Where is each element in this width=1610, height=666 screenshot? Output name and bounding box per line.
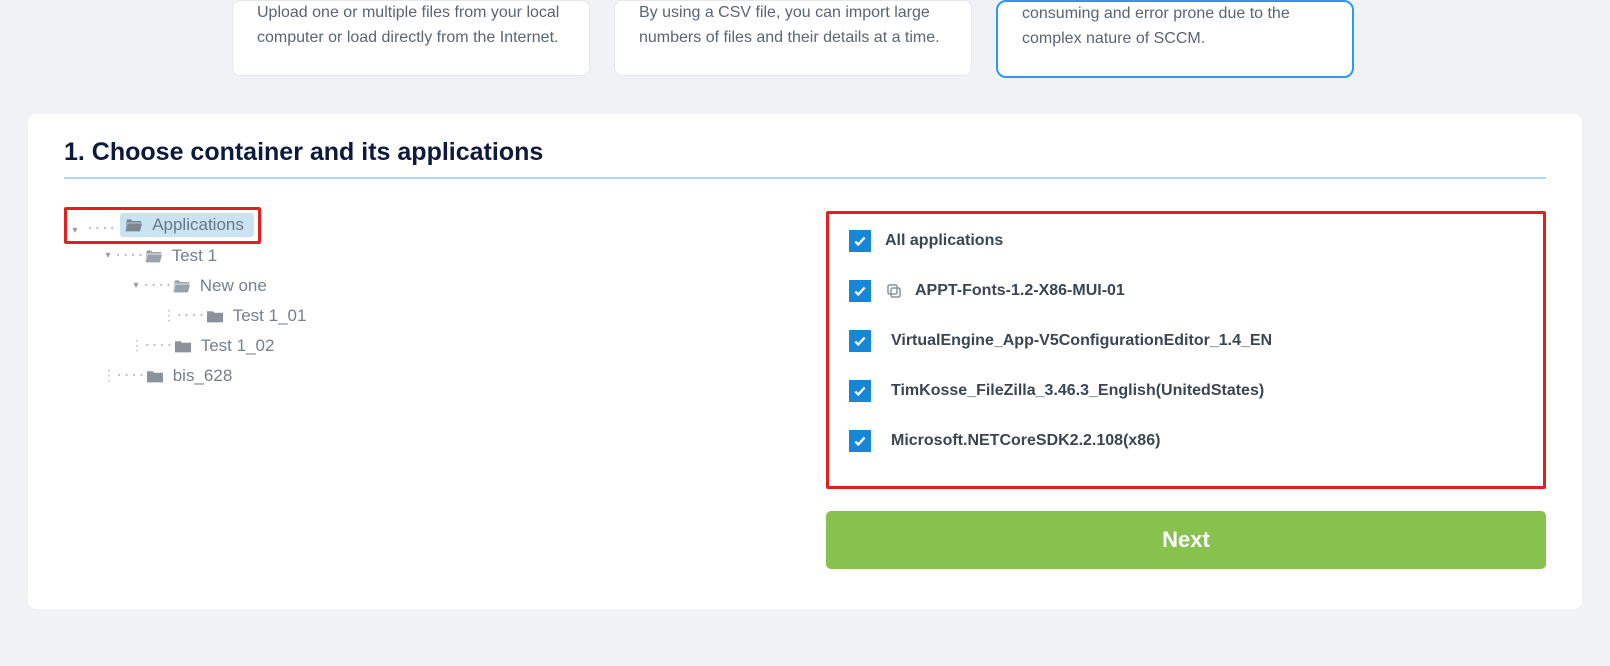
tree-node-label: New one bbox=[200, 276, 267, 296]
tree-root-label: Applications bbox=[152, 215, 244, 235]
folder-open-icon bbox=[144, 248, 164, 264]
intro-cards-row: Upload one or multiple files from your l… bbox=[0, 0, 1610, 114]
folder-open-icon bbox=[172, 278, 192, 294]
upload-card-text: Upload one or multiple files from your l… bbox=[257, 4, 559, 46]
all-applications-label: All applications bbox=[885, 232, 1003, 250]
tree-toggle-icon[interactable]: ▾ bbox=[69, 225, 81, 236]
folder-icon bbox=[173, 338, 193, 354]
checkbox-checked-icon[interactable] bbox=[849, 330, 871, 352]
all-applications-row[interactable]: All applications bbox=[849, 228, 1523, 266]
upload-card: Upload one or multiple files from your l… bbox=[232, 0, 590, 76]
application-label: APPT-Fonts-1.2-X86-MUI-01 bbox=[915, 282, 1125, 300]
application-row[interactable]: TimKosse_FileZilla_3.46.3_English(United… bbox=[849, 366, 1523, 416]
csv-card-text: By using a CSV file, you can import larg… bbox=[639, 4, 940, 46]
applications-highlight-box: All applications APPT-Fonts-1.2-X86-MUI-… bbox=[826, 211, 1546, 489]
folder-icon bbox=[145, 368, 165, 384]
application-label: VirtualEngine_App-V5ConfigurationEditor_… bbox=[885, 332, 1272, 350]
application-row[interactable]: VirtualEngine_App-V5ConfigurationEditor_… bbox=[849, 316, 1523, 366]
tree-root-highlight: ▾ ···· Applications bbox=[64, 207, 261, 244]
tree-toggle-icon[interactable]: ▾ bbox=[102, 250, 114, 261]
tree-node-label: Test 1 bbox=[172, 246, 217, 266]
application-row[interactable]: Microsoft.NETCoreSDK2.2.108(x86) bbox=[849, 416, 1523, 466]
folder-icon bbox=[205, 308, 225, 324]
next-button[interactable]: Next bbox=[826, 511, 1546, 569]
tree-toggle-icon[interactable]: ▾ bbox=[130, 280, 142, 291]
section-title: 1. Choose container and its applications bbox=[64, 138, 1546, 167]
folder-tree: ▾ ···· Applications ▾ ···· bbox=[64, 211, 806, 569]
tree-node[interactable]: ⋮···· Test 1_01 bbox=[66, 301, 806, 331]
tree-node[interactable]: ⋮···· Test 1_02 bbox=[66, 331, 806, 361]
checkbox-checked-icon[interactable] bbox=[849, 230, 871, 252]
checkbox-checked-icon[interactable] bbox=[849, 380, 871, 402]
choose-container-panel: 1. Choose container and its applications… bbox=[28, 114, 1582, 609]
tree-node[interactable]: ⋮···· bis_628 bbox=[66, 361, 806, 391]
checkbox-checked-icon[interactable] bbox=[849, 280, 871, 302]
folder-open-icon bbox=[124, 217, 144, 233]
sccm-card-text: consuming and error prone due to the com… bbox=[1022, 5, 1290, 47]
sccm-card[interactable]: consuming and error prone due to the com… bbox=[996, 0, 1354, 78]
tree-node-label: Test 1_01 bbox=[233, 306, 307, 326]
tree-node[interactable]: ▾ ···· New one bbox=[66, 271, 806, 301]
tree-node-label: Test 1_02 bbox=[201, 336, 275, 356]
csv-card: By using a CSV file, you can import larg… bbox=[614, 0, 972, 76]
tree-root-row[interactable]: ▾ ···· Applications bbox=[66, 211, 806, 241]
tree-node-label: bis_628 bbox=[173, 366, 233, 386]
checkbox-checked-icon[interactable] bbox=[849, 430, 871, 452]
tree-node[interactable]: ▾ ···· Test 1 bbox=[66, 241, 806, 271]
section-divider bbox=[64, 177, 1546, 179]
application-row[interactable]: APPT-Fonts-1.2-X86-MUI-01 bbox=[849, 266, 1523, 316]
application-label: Microsoft.NETCoreSDK2.2.108(x86) bbox=[885, 432, 1160, 450]
application-label: TimKosse_FileZilla_3.46.3_English(United… bbox=[885, 382, 1264, 400]
copy-icon bbox=[885, 282, 903, 300]
